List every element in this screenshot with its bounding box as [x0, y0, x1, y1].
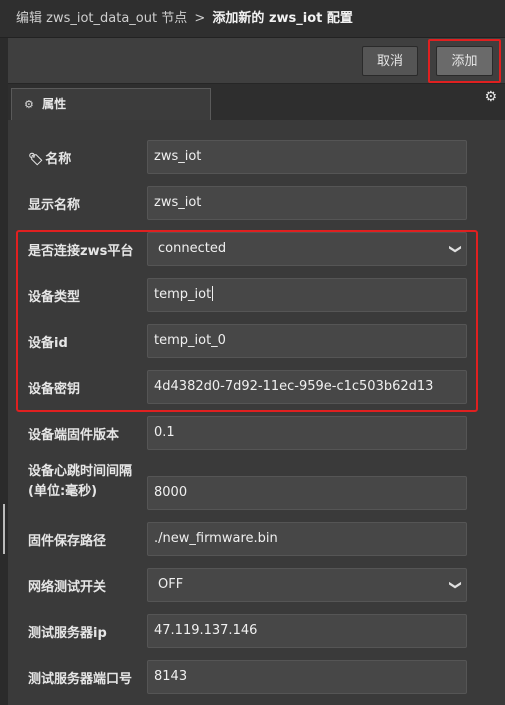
config-dialog: 编辑 zws_iot_data_out 节点 > 添加新的 zws_iot 配置… [0, 0, 505, 705]
tab-strip: ⚙ 属性 ⚙ [8, 84, 505, 120]
gear-icon[interactable]: ⚙ [484, 89, 497, 105]
add-button[interactable]: 添加 [436, 46, 493, 76]
network-test-label: 网络测试开关 [28, 580, 107, 595]
heartbeat-input[interactable]: 8000 [147, 476, 467, 510]
tag-icon: 🏷 [28, 152, 44, 166]
name-label: 🏷 名称 [28, 152, 72, 167]
network-test-value: OFF [158, 577, 184, 592]
breadcrumb: 编辑 zws_iot_data_out 节点 > 添加新的 zws_iot 配置 [0, 0, 505, 38]
gear-icon: ⚙ [24, 98, 34, 111]
firmware-version-label: 设备端固件版本 [28, 428, 120, 443]
breadcrumb-separator: > [194, 11, 206, 26]
display-name-input[interactable]: zws_iot [147, 186, 467, 220]
left-gutter [0, 38, 8, 705]
display-name-label: 显示名称 [28, 198, 81, 213]
test-server-ip-label: 测试服务器ip [28, 626, 107, 641]
test-server-port-label: 测试服务器端口号 [28, 672, 133, 687]
tab-properties-label: 属性 [42, 97, 67, 111]
gutter-resize-handle[interactable] [3, 504, 5, 554]
firmware-path-label: 固件保存路径 [28, 534, 107, 549]
connect-platform-label: 是否连接zws平台 [28, 244, 134, 259]
breadcrumb-node[interactable]: 编辑 zws_iot_data_out 节点 [16, 11, 187, 26]
device-id-label: 设备id [28, 336, 68, 351]
device-secret-label: 设备密钥 [28, 382, 81, 397]
chevron-down-icon: ❯ [448, 243, 463, 255]
device-type-input[interactable]: temp_iot [147, 278, 467, 312]
breadcrumb-current: 添加新的 zws_iot 配置 [212, 11, 353, 26]
device-secret-input[interactable]: 4d4382d0-7d92-11ec-959e-c1c503b62d13 [147, 370, 467, 404]
properties-panel: 🏷 名称 zws_iot 显示名称 zws_iot 是否连接zws平台 conne… [8, 120, 505, 705]
add-button-highlight: 添加 [428, 39, 501, 83]
chevron-down-icon: ❯ [448, 579, 463, 591]
text-cursor [212, 286, 214, 301]
dialog-toolbar: 取消 添加 [8, 38, 505, 84]
device-type-label: 设备类型 [28, 290, 81, 305]
name-input[interactable]: zws_iot [147, 140, 467, 174]
test-server-ip-input[interactable]: 47.119.137.146 [147, 614, 467, 648]
connect-platform-select[interactable]: connected ❯ [147, 232, 467, 266]
heartbeat-label: 设备心跳时间间隔 (单位:毫秒) [28, 464, 133, 499]
test-server-port-input[interactable]: 8143 [147, 660, 467, 694]
network-test-select[interactable]: OFF ❯ [147, 568, 467, 602]
firmware-path-input[interactable]: ./new_firmware.bin [147, 522, 467, 556]
device-type-value: temp_iot [154, 287, 212, 302]
firmware-version-input[interactable]: 0.1 [147, 416, 467, 450]
device-id-input[interactable]: temp_iot_0 [147, 324, 467, 358]
cancel-button[interactable]: 取消 [362, 46, 418, 76]
tab-properties[interactable]: ⚙ 属性 [11, 88, 211, 120]
connect-platform-value: connected [158, 241, 227, 256]
